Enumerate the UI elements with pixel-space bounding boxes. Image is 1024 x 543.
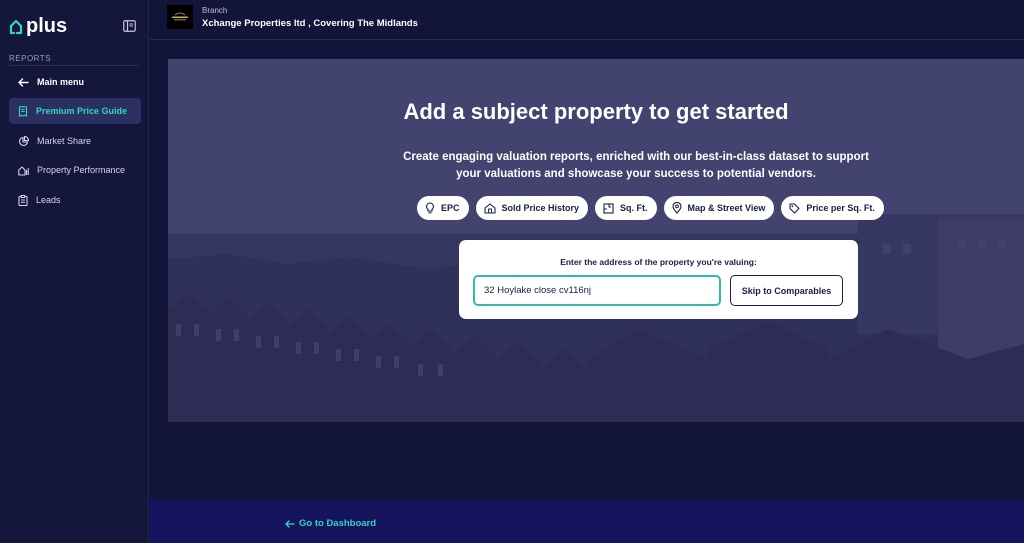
feature-chip-label: Sold Price History bbox=[501, 203, 580, 213]
lightbulb-icon bbox=[426, 202, 434, 214]
sidebar-item-leads[interactable]: Leads bbox=[9, 187, 141, 213]
go-to-dashboard-label: Go to Dashboard bbox=[299, 518, 377, 529]
main-menu-label: Main menu bbox=[37, 77, 85, 87]
sidebar-item-label: Market Share bbox=[37, 136, 92, 146]
feature-chips: EPC Sold Price History Sq. Ft. Map & Str… bbox=[417, 196, 884, 220]
hero-subtitle-line2: your valuations and showcase your succes… bbox=[456, 168, 816, 180]
arrow-left-icon bbox=[285, 519, 295, 528]
footer-bar: Go to Dashboard bbox=[150, 500, 1024, 543]
floorplan-icon bbox=[603, 202, 614, 214]
logo[interactable]: plus bbox=[9, 14, 67, 38]
hero-subtitle-line1: Create engaging valuation reports, enric… bbox=[403, 151, 869, 163]
sidebar-item-property-performance[interactable]: Property Performance bbox=[9, 157, 141, 183]
address-card: Enter the address of the property you're… bbox=[459, 240, 858, 319]
price-tag-icon bbox=[789, 202, 800, 214]
branch-logo-mark bbox=[172, 12, 188, 21]
sidebar-item-market-share[interactable]: Market Share bbox=[9, 128, 141, 154]
go-to-dashboard-link[interactable]: Go to Dashboard bbox=[285, 518, 376, 529]
clipboard-icon bbox=[18, 194, 28, 206]
hero-subtitle: Create engaging valuation reports, enric… bbox=[396, 149, 876, 183]
section-label-reports: REPORTS bbox=[9, 54, 52, 63]
feature-chip-label: Sq. Ft. bbox=[620, 203, 648, 213]
sidebar-item-label: Property Performance bbox=[37, 165, 126, 175]
hero-title: Add a subject property to get started bbox=[403, 99, 789, 124]
feature-chip-label: EPC bbox=[441, 203, 460, 213]
skip-to-comparables-button[interactable]: Skip to Comparables bbox=[730, 275, 843, 306]
sidebar-collapse-icon[interactable] bbox=[123, 20, 136, 32]
pie-chart-icon bbox=[19, 135, 29, 146]
feature-chip-label: Map & Street View bbox=[687, 203, 766, 213]
feature-chip-map-street-view: Map & Street View bbox=[663, 196, 775, 220]
sidebar: plus REPORTS Main menu Premium Price Gui… bbox=[0, 0, 149, 543]
receipt-icon bbox=[18, 105, 28, 117]
house-chart-icon bbox=[18, 165, 29, 176]
map-pin-icon bbox=[671, 202, 682, 214]
feature-chip-label: Price per Sq. Ft. bbox=[806, 203, 875, 213]
house-logo-icon bbox=[9, 19, 23, 34]
hero-banner: Add a subject property to get started Cr… bbox=[168, 59, 1024, 422]
branch-label: Branch bbox=[202, 6, 228, 15]
sidebar-item-label: Leads bbox=[36, 195, 61, 205]
top-header: Branch Xchange Properties ltd , Covering… bbox=[150, 0, 1024, 40]
address-input[interactable] bbox=[473, 275, 721, 306]
feature-chip-sq-ft: Sq. Ft. bbox=[595, 196, 657, 220]
address-prompt: Enter the address of the property you're… bbox=[560, 257, 757, 267]
feature-chip-sold-price-history: Sold Price History bbox=[475, 196, 589, 220]
house-icon bbox=[483, 202, 496, 214]
section-divider bbox=[9, 65, 139, 66]
sidebar-item-premium-price-guide[interactable]: Premium Price Guide bbox=[9, 98, 141, 124]
arrow-left-icon bbox=[18, 77, 29, 87]
feature-chip-price-per-sq-ft: Price per Sq. Ft. bbox=[781, 196, 884, 220]
branch-logo bbox=[167, 5, 193, 29]
sidebar-item-label: Premium Price Guide bbox=[36, 106, 128, 116]
branch-name[interactable]: Xchange Properties ltd , Covering The Mi… bbox=[202, 18, 418, 29]
logo-text: plus bbox=[26, 14, 68, 37]
feature-chip-epc: EPC bbox=[417, 196, 469, 220]
main-menu-link[interactable]: Main menu bbox=[9, 69, 141, 95]
